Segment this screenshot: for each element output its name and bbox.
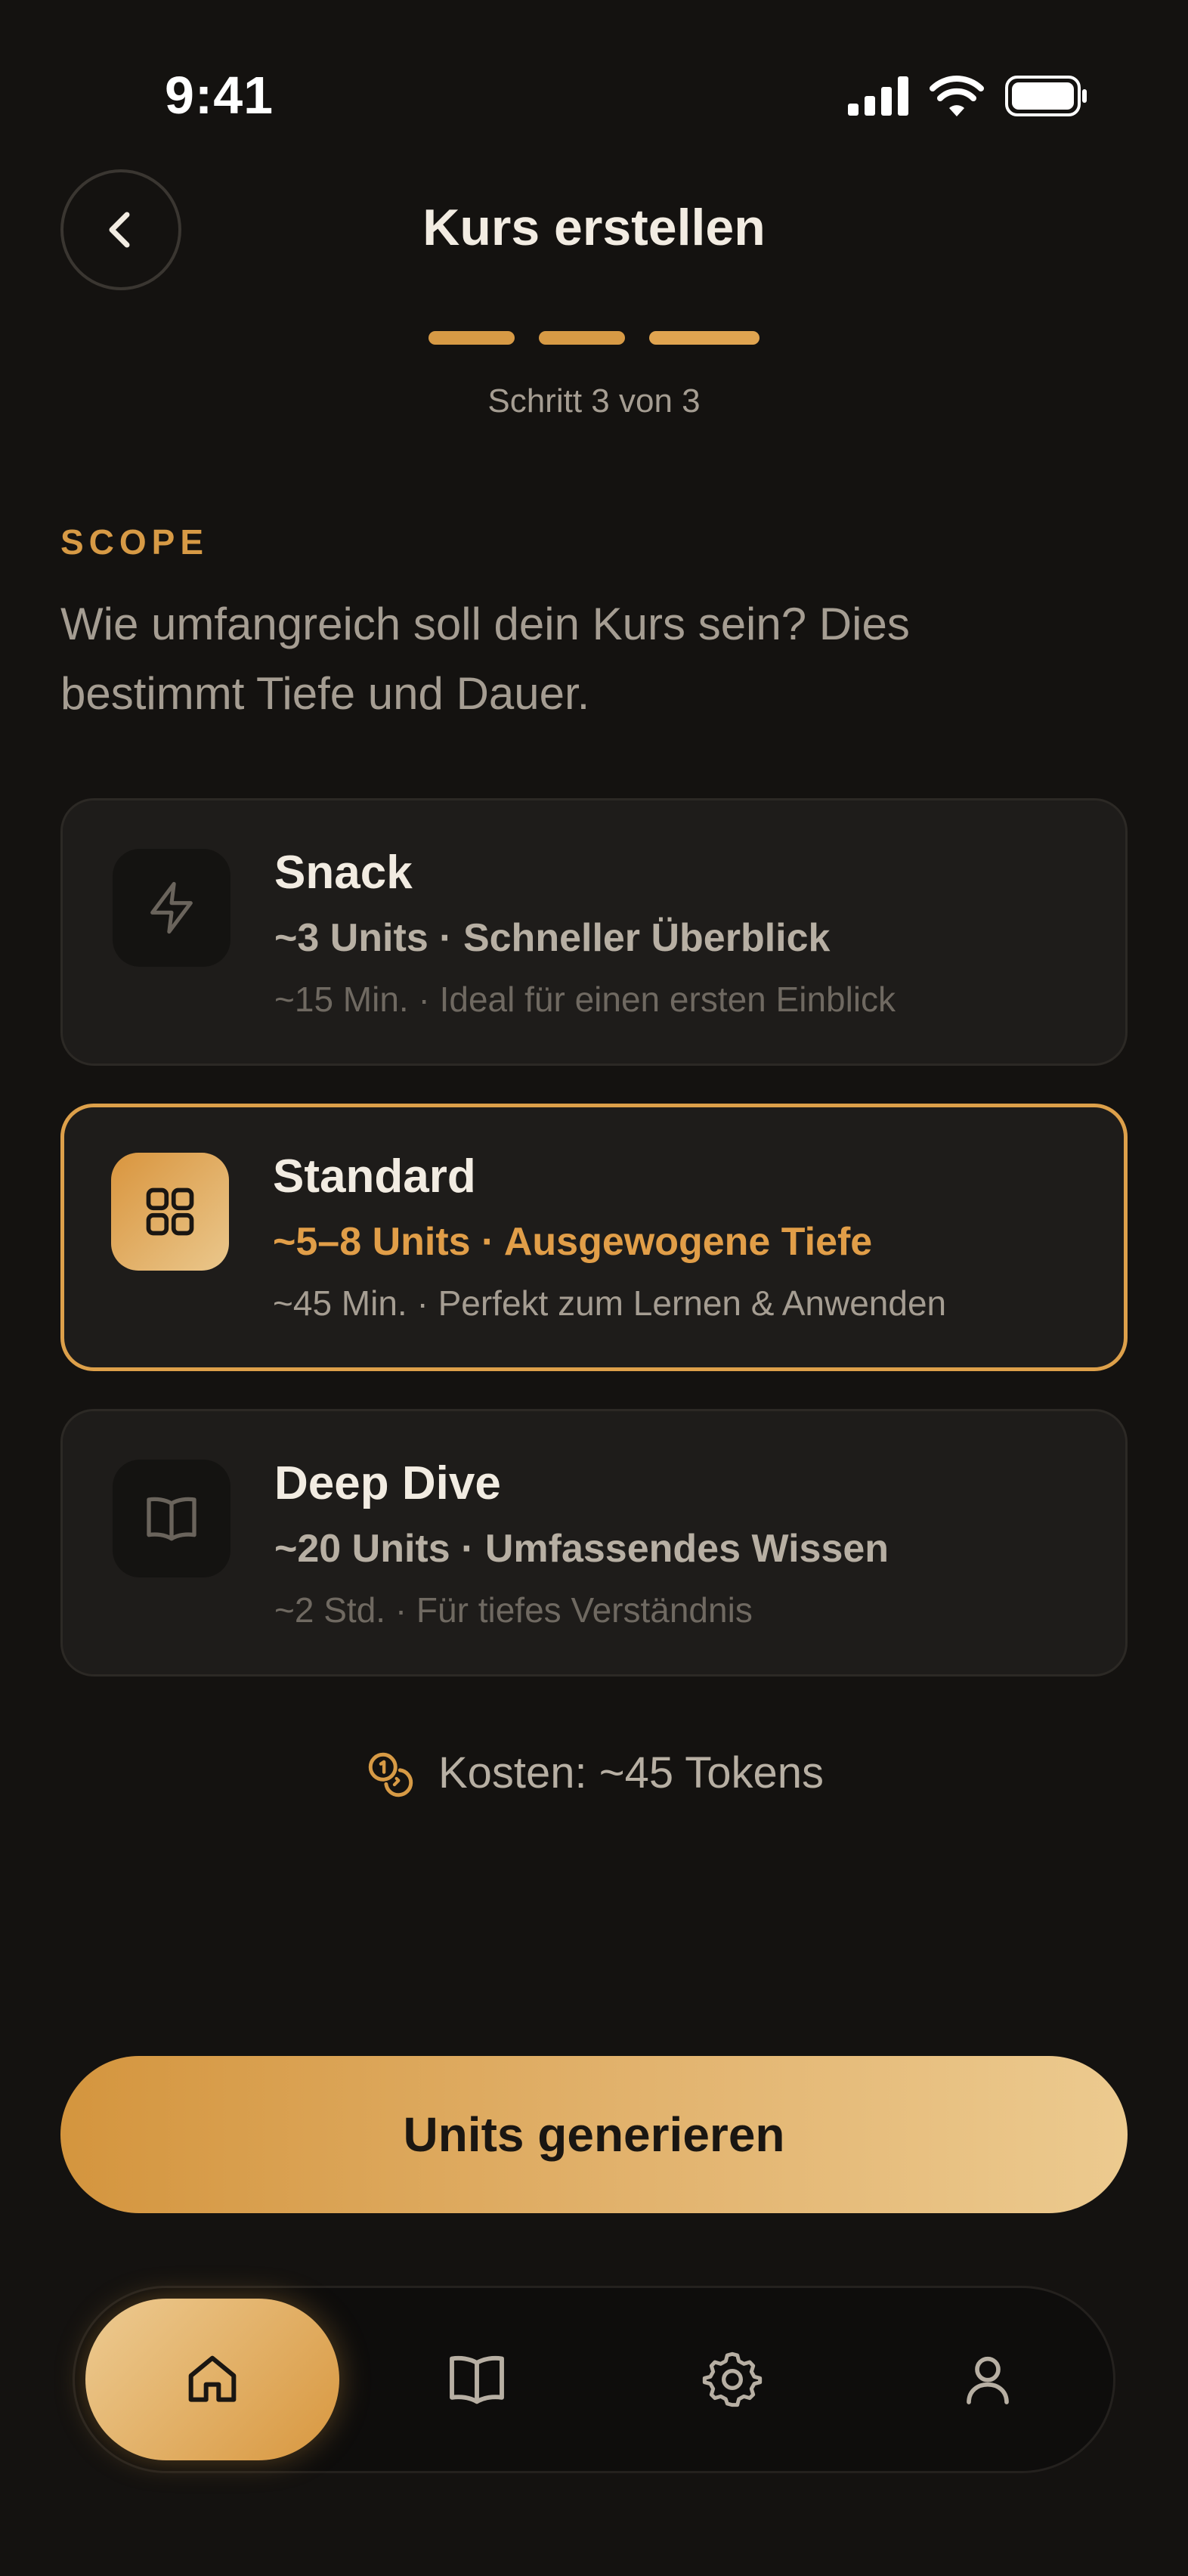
status-time: 9:41 bbox=[165, 66, 274, 125]
nav-settings[interactable] bbox=[605, 2299, 859, 2460]
option-title: Snack bbox=[274, 847, 413, 899]
nav-profile[interactable] bbox=[861, 2299, 1115, 2460]
option-icon-container bbox=[113, 1460, 230, 1577]
gear-icon bbox=[702, 2352, 763, 2407]
option-subtitle: ~5–8 Units · Ausgewogene Tiefe bbox=[273, 1220, 873, 1264]
step-indicator: Schritt 3 von 3 bbox=[487, 382, 701, 420]
generate-units-button[interactable]: Units generieren bbox=[60, 2056, 1128, 2213]
option-title: Standard bbox=[273, 1150, 476, 1203]
lightning-icon bbox=[150, 881, 193, 934]
cost-info: Kosten: ~45 Tokens bbox=[0, 1748, 1188, 1798]
user-icon bbox=[967, 2356, 1009, 2404]
option-meta: ~15 Min. · Ideal für einen ersten Einbli… bbox=[274, 980, 896, 1019]
home-icon bbox=[188, 2355, 237, 2402]
option-icon-container bbox=[113, 849, 230, 967]
option-card-snack[interactable]: Snack ~3 Units · Schneller Überblick ~15… bbox=[60, 798, 1128, 1066]
option-meta: ~2 Std. · Für tiefes Verständnis bbox=[274, 1590, 753, 1630]
option-card-standard[interactable]: Standard ~5–8 Units · Ausgewogene Tiefe … bbox=[60, 1104, 1128, 1371]
option-title: Deep Dive bbox=[274, 1457, 501, 1509]
battery-icon bbox=[1005, 76, 1087, 116]
book-icon bbox=[450, 2355, 504, 2404]
wifi-icon bbox=[930, 76, 984, 116]
step-progress bbox=[0, 331, 1188, 345]
signal-icon bbox=[848, 76, 908, 116]
progress-segment-2 bbox=[539, 331, 625, 345]
option-subtitle: ~3 Units · Schneller Überblick bbox=[274, 916, 831, 960]
option-meta: ~45 Min. · Perfekt zum Lernen & Anwenden bbox=[273, 1283, 947, 1323]
generate-units-label: Units generieren bbox=[403, 2107, 785, 2162]
status-icons bbox=[848, 76, 1088, 116]
option-card-deep-dive[interactable]: Deep Dive ~20 Units · Umfassendes Wissen… bbox=[60, 1409, 1128, 1677]
nav-library[interactable] bbox=[350, 2299, 604, 2460]
option-subtitle: ~20 Units · Umfassendes Wissen bbox=[274, 1527, 889, 1571]
option-icon-container bbox=[111, 1153, 229, 1271]
nav-home[interactable] bbox=[85, 2299, 339, 2460]
cost-text: Kosten: ~45 Tokens bbox=[438, 1748, 824, 1797]
progress-segment-1 bbox=[428, 331, 515, 345]
book-open-icon bbox=[147, 1497, 196, 1541]
screen: 9:41 Kurs erstellen Schritt 3 von 3 SCOP… bbox=[0, 0, 1188, 2576]
page-title: Kurs erstellen bbox=[422, 199, 766, 256]
section-description: Wie umfangreich soll dein Kurs sein? Die… bbox=[60, 599, 910, 719]
section-label: SCOPE bbox=[60, 522, 209, 562]
bottom-nav bbox=[73, 2286, 1115, 2473]
progress-segment-3 bbox=[649, 331, 760, 345]
grid-icon bbox=[146, 1187, 194, 1236]
coins-icon bbox=[368, 1752, 413, 1797]
